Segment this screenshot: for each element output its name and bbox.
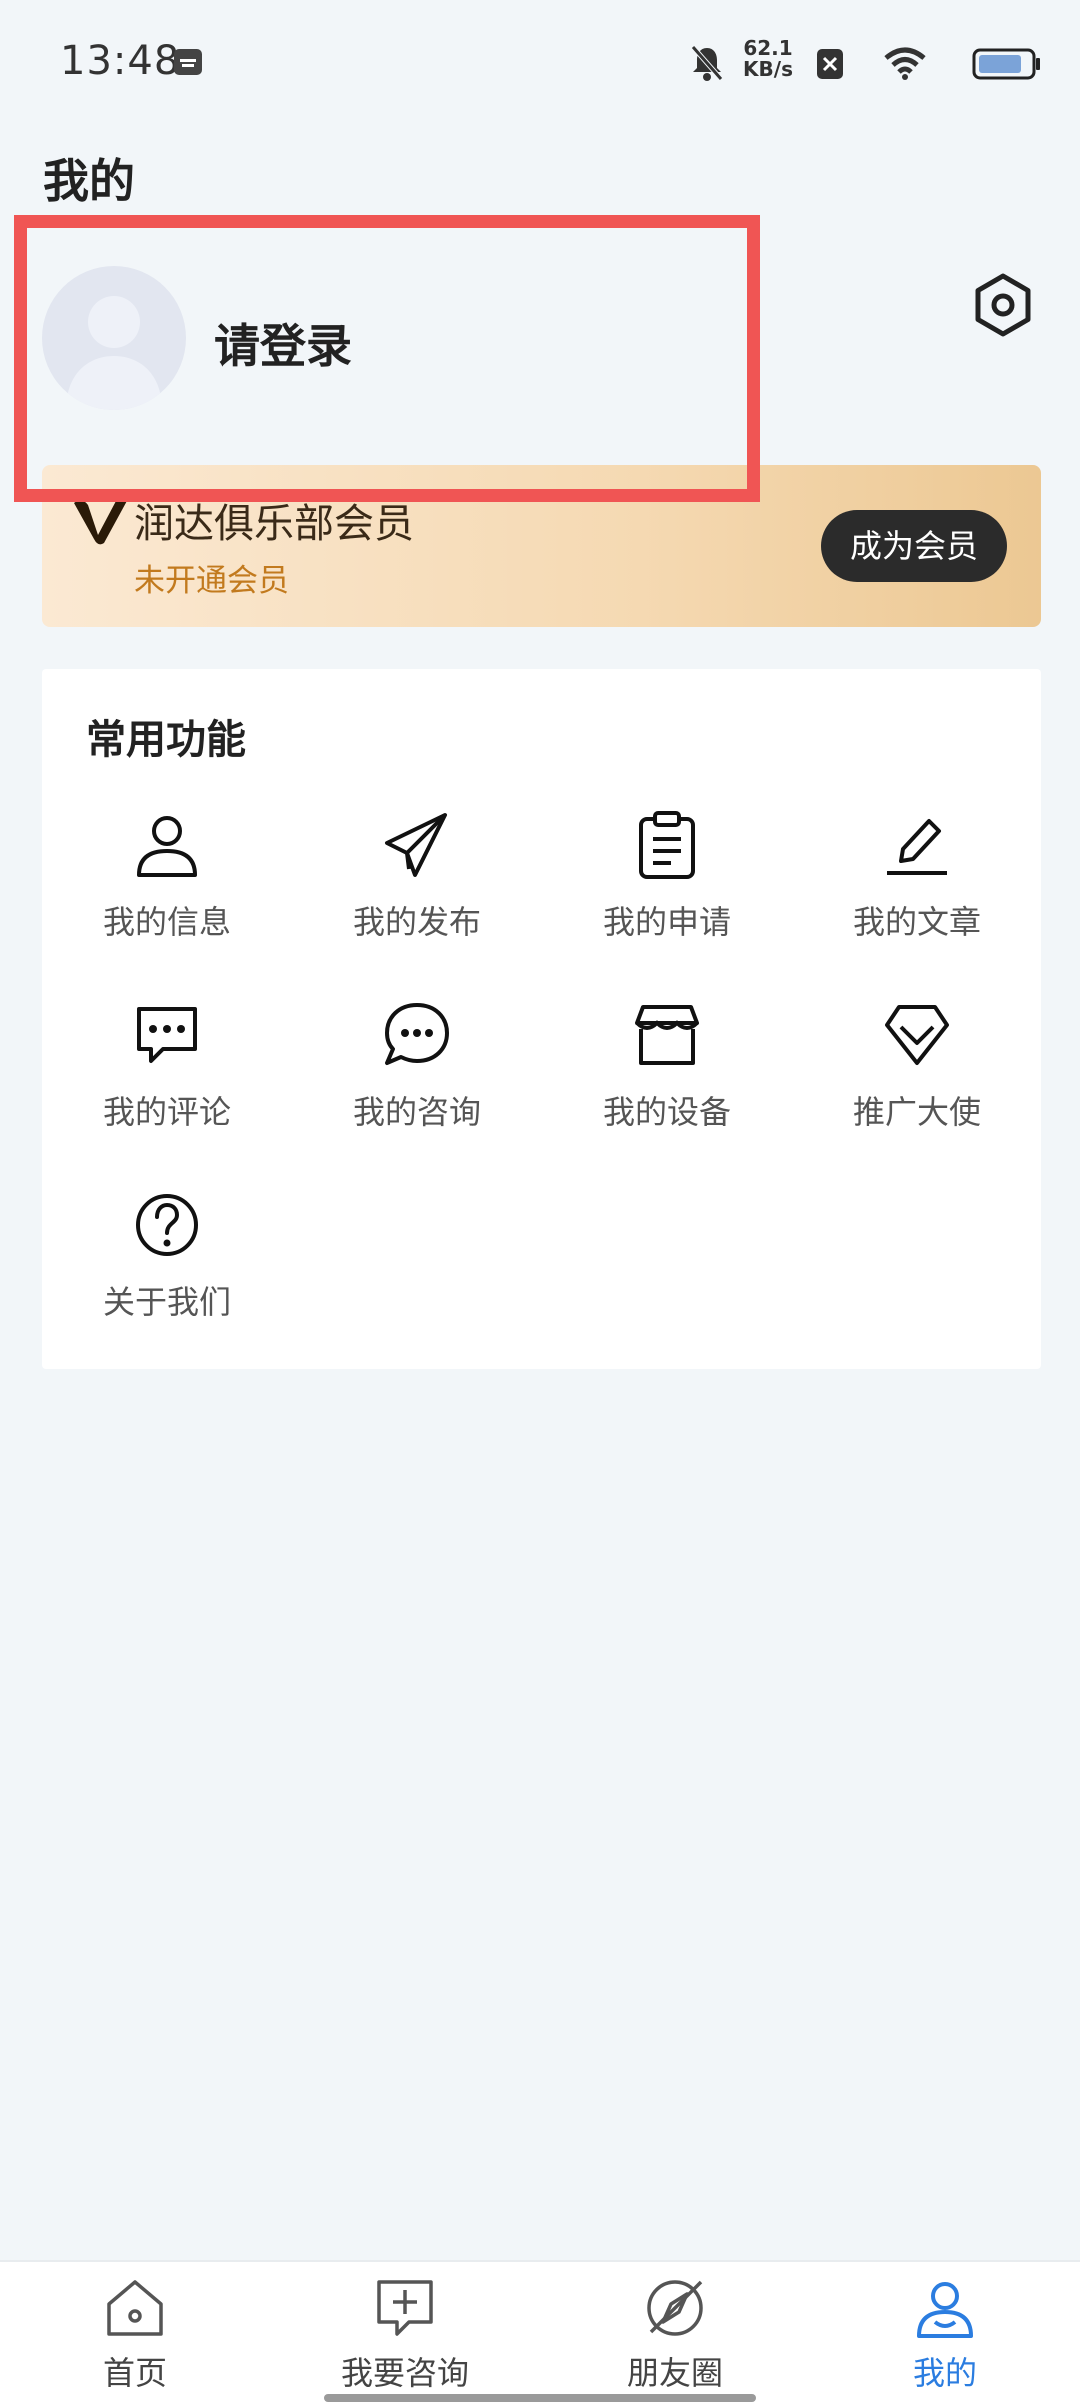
profile-icon (917, 2282, 973, 2338)
function-promotion-ambassador[interactable]: 推广大使 (792, 999, 1042, 1169)
profile-row[interactable]: 请登录 (0, 250, 1080, 430)
membership-title: 润达俱乐部会员 (134, 501, 414, 547)
function-label: 我的信息 (102, 903, 231, 941)
mute-bell-icon (691, 45, 723, 81)
club-logo-icon (74, 497, 128, 545)
nav-label: 朋友圈 (626, 2354, 723, 2392)
function-my-info[interactable]: 我的信息 (42, 809, 292, 979)
function-my-posts[interactable]: 我的发布 (292, 809, 542, 979)
home-indicator[interactable] (324, 2394, 756, 2402)
function-label: 我的评论 (102, 1093, 231, 1131)
status-time: 13:48 (60, 38, 181, 84)
function-my-comments[interactable]: 我的评论 (42, 999, 292, 1169)
nav-moments[interactable]: 朋友圈 (575, 2276, 775, 2394)
default-avatar-icon (66, 296, 162, 410)
pencil-icon (887, 819, 947, 875)
network-speed-unit: KB/s (743, 57, 793, 81)
membership-status: 未开通会员 (134, 563, 289, 599)
wifi-icon (884, 47, 926, 80)
function-label: 推广大使 (852, 1093, 981, 1131)
function-label: 我的咨询 (352, 1093, 481, 1131)
calendar-notification-icon (174, 49, 202, 75)
user-icon (137, 816, 197, 877)
become-member-button[interactable]: 成为会员 (821, 510, 1007, 582)
comment-icon (137, 1007, 197, 1063)
nav-consult[interactable]: 我要咨询 (305, 2276, 505, 2394)
diamond-icon (885, 1005, 949, 1065)
page-title: 我的 (43, 154, 135, 208)
function-my-devices[interactable]: 我的设备 (542, 999, 792, 1169)
home-icon (107, 2280, 163, 2336)
membership-card[interactable]: 润达俱乐部会员 未开通会员 成为会员 (42, 465, 1041, 627)
function-my-articles[interactable]: 我的文章 (792, 809, 1042, 979)
function-label: 我的发布 (352, 903, 481, 941)
function-label: 我的设备 (602, 1093, 731, 1131)
question-icon (136, 1194, 198, 1256)
chat-bubble-icon (385, 1003, 449, 1065)
nav-label: 我的 (912, 2354, 977, 2392)
nav-home[interactable]: 首页 (35, 2276, 235, 2394)
store-icon (635, 1005, 699, 1065)
nav-label: 我要咨询 (340, 2354, 469, 2392)
avatar[interactable] (42, 266, 186, 410)
function-label: 我的文章 (852, 903, 981, 941)
common-functions-title: 常用功能 (86, 717, 246, 763)
login-prompt[interactable]: 请登录 (214, 310, 352, 376)
function-label: 关于我们 (102, 1283, 231, 1321)
nav-mine[interactable]: 我的 (845, 2276, 1045, 2394)
function-label: 我的申请 (602, 903, 731, 941)
network-speed-value: 62.1 (743, 36, 793, 60)
no-sim-icon (817, 49, 843, 79)
paper-plane-icon (385, 813, 447, 877)
clipboard-icon (639, 811, 695, 879)
battery-icon (972, 48, 1040, 80)
bottom-nav: 首页 我要咨询 朋友圈 我的 (0, 2260, 1080, 2408)
function-about-us[interactable]: 关于我们 (42, 1189, 292, 1359)
compass-icon (647, 2280, 703, 2336)
status-bar: 13:48 62.1 KB/s (0, 0, 1080, 120)
common-functions-card: 常用功能 我的信息 我的发布 我的申请 我的文章 我的评论 我的咨询 我的设备 … (42, 669, 1041, 1369)
function-my-consultations[interactable]: 我的咨询 (292, 999, 542, 1169)
nav-label: 首页 (102, 2354, 167, 2392)
function-my-applications[interactable]: 我的申请 (542, 809, 792, 979)
consult-icon (377, 2280, 433, 2336)
settings-icon[interactable] (970, 272, 1036, 338)
network-speed: 62.1 KB/s (738, 38, 798, 80)
